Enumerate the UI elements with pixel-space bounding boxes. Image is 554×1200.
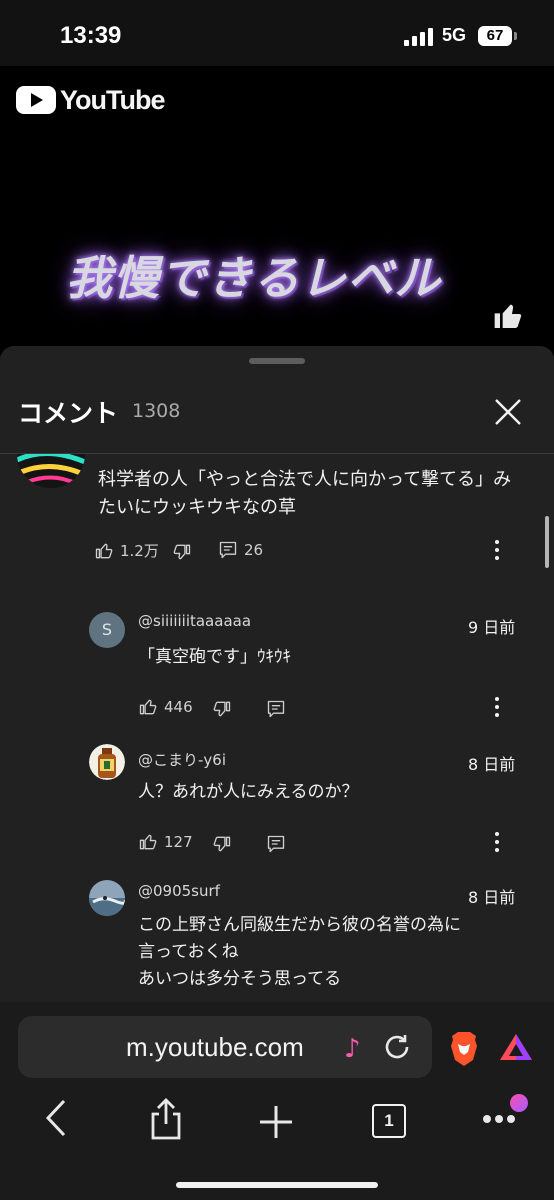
status-bar: 13:39 5G 67 [0, 0, 554, 66]
signal-icon [404, 28, 436, 46]
thumbs-up-icon [139, 699, 157, 715]
status-time: 13:39 [60, 22, 122, 49]
home-indicator [176, 1182, 378, 1188]
reply-date: 8 日前 [468, 888, 516, 907]
reply-date: 8 日前 [468, 755, 516, 774]
tabs-icon[interactable]: 1 [372, 1104, 406, 1138]
thumbs-up-icon [95, 543, 113, 558]
reply-text-line: 言っておくね [138, 942, 239, 962]
thumbs-up-icon [494, 304, 522, 328]
like-count: 1.2万 [120, 542, 159, 560]
comments-count: 1308 [132, 400, 181, 422]
avatar[interactable] [89, 744, 125, 780]
youtube-logo-icon [16, 86, 56, 114]
comments-title: コメント [18, 399, 119, 428]
reply-author[interactable]: @siiiiiiitaaaaaa [138, 612, 251, 630]
plus-icon[interactable] [258, 1104, 294, 1140]
reply-author[interactable]: @0905surf [138, 882, 220, 900]
comments-list: 科学者の人「やっと合法で人に向かって撃てる」みたいにウッキウキなの草 1.2万 … [0, 454, 554, 1010]
reply-button[interactable]: 26 [218, 540, 263, 560]
comment-text: 科学者の人「やっと合法で人に向かって撃てる」みたいにウッキウキなの草 [98, 469, 512, 518]
close-icon[interactable] [492, 396, 524, 428]
like-button[interactable]: 127 [138, 832, 193, 852]
drag-handle[interactable] [249, 358, 305, 364]
battery-icon: 67 [478, 26, 517, 46]
youtube-logo: YouTube [16, 84, 165, 116]
network-type: 5G [442, 25, 467, 45]
comment-icon[interactable] [266, 834, 286, 854]
thumbs-down-icon[interactable] [212, 834, 232, 854]
like-button[interactable]: 446 [138, 697, 193, 717]
notification-dot [510, 1094, 528, 1112]
video-player[interactable]: YouTube 我慢できるレベル [0, 66, 554, 356]
thumbs-down-icon[interactable] [212, 699, 232, 719]
comment-icon[interactable] [266, 699, 286, 719]
more-vert-icon[interactable] [494, 697, 500, 721]
reload-icon[interactable] [382, 1032, 412, 1062]
music-icon[interactable]: ♪ [344, 1034, 361, 1064]
brave-lion-icon[interactable] [448, 1030, 480, 1066]
avatar[interactable] [17, 454, 85, 488]
triangle-icon[interactable] [498, 1032, 534, 1062]
more-vert-icon[interactable] [494, 832, 500, 856]
reply-date: 9 日前 [468, 618, 516, 637]
address-bar[interactable]: m.youtube.com ♪ [18, 1016, 432, 1078]
thumbs-up-icon [139, 834, 157, 850]
video-caption: 我慢できるレベル [66, 251, 442, 305]
reply-text: 「真空砲です」ｳｷｳｷ [138, 647, 291, 667]
browser-toolbar: m.youtube.com ♪ 1 [0, 1002, 554, 1200]
share-icon[interactable] [148, 1098, 184, 1140]
reply-text-line: この上野さん同級生だから彼の名誉の為に [138, 915, 461, 935]
reply-count: 26 [244, 541, 264, 559]
more-horiz-icon[interactable] [482, 1114, 516, 1124]
comment-icon [219, 541, 237, 559]
like-count: 446 [164, 698, 193, 716]
reply-text-line: あいつは多分そう思ってる [138, 969, 342, 989]
reply-author[interactable]: @こまり-y6i [138, 749, 226, 770]
youtube-logo-text: YouTube [60, 84, 165, 115]
more-vert-icon[interactable] [494, 540, 500, 564]
like-button[interactable]: 1.2万 [94, 540, 159, 561]
url-text[interactable]: m.youtube.com [126, 1032, 304, 1063]
like-count: 127 [164, 833, 193, 851]
avatar[interactable] [89, 880, 125, 916]
reply-text: 人？あれが人にみえるのか？ [138, 782, 359, 802]
back-icon[interactable] [44, 1098, 68, 1138]
reply-text: この上野さん同級生だから彼の名誉の為に 言っておくね あいつは多分そう思ってる [138, 912, 461, 993]
thumbs-down-icon[interactable] [172, 542, 192, 562]
comments-sheet: コメント 1308 科学者の人「やっと合法で人に向かって撃てる」みたいにウッキウ… [0, 346, 554, 1010]
avatar[interactable]: S [89, 612, 125, 648]
scrollbar[interactable] [545, 516, 549, 568]
